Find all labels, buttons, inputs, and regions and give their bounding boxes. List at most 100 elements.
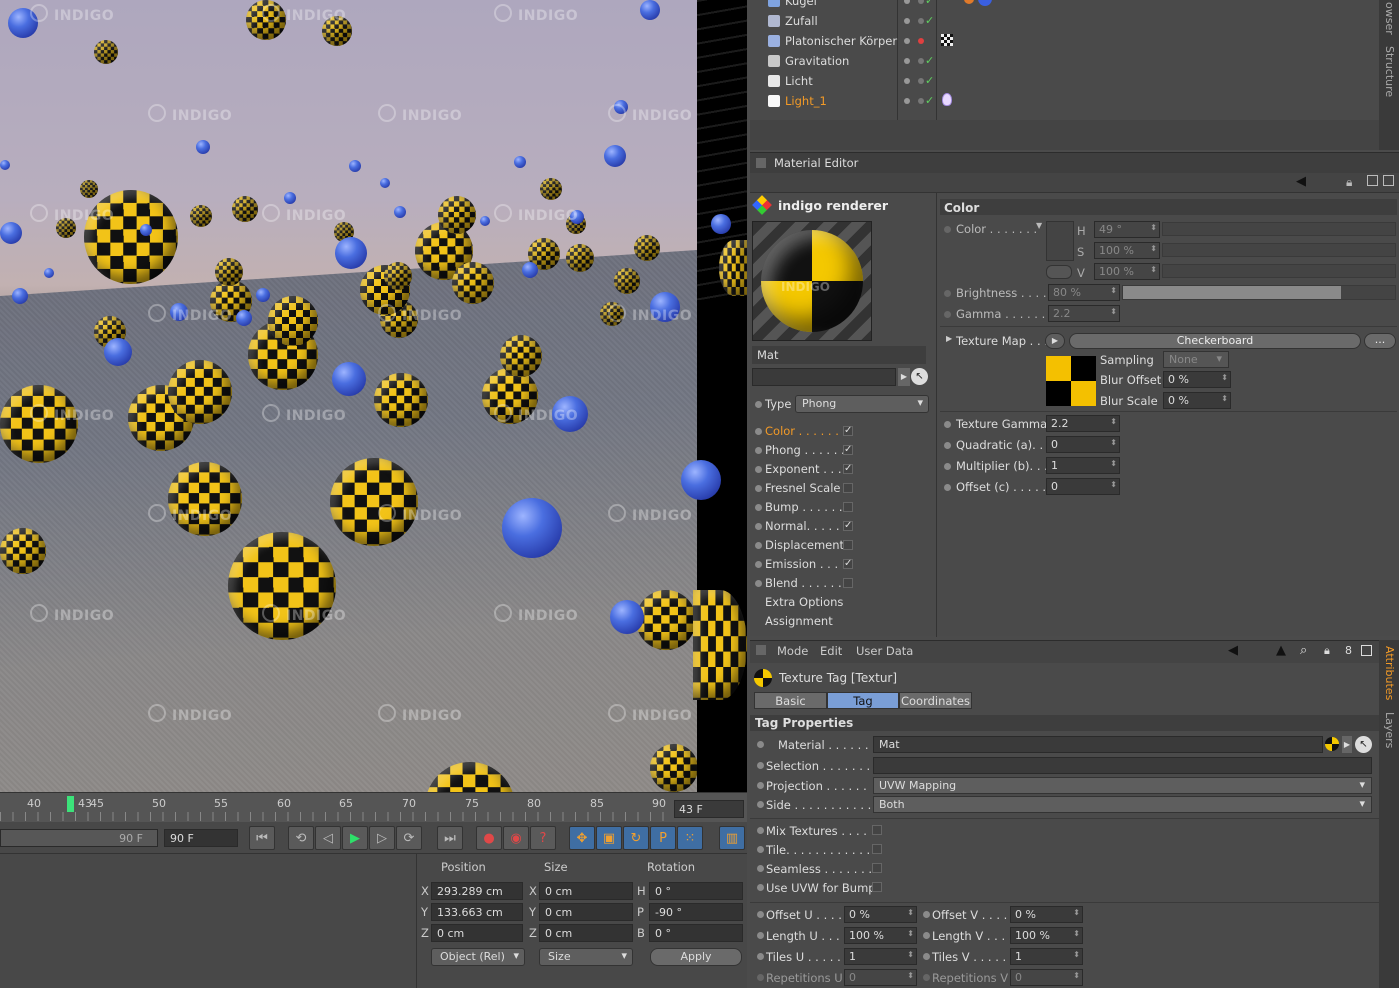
go-to-start-button[interactable]: ⏮ — [249, 826, 275, 850]
coord-size-dropdown[interactable]: Size — [539, 948, 633, 966]
gamma-field[interactable]: 2.2 — [1048, 305, 1120, 322]
v-field[interactable]: 100 % — [1094, 263, 1160, 280]
prev-key-button[interactable]: ⟲ — [288, 826, 314, 850]
tab-coordinates[interactable]: Coordinates — [899, 692, 972, 709]
repetitions-v-field[interactable]: 0 — [1010, 969, 1083, 986]
menu-user-data[interactable]: User Data — [856, 644, 913, 658]
quadratic-field[interactable]: 0 — [1046, 436, 1120, 453]
move-key-icon[interactable]: ✥ — [569, 826, 595, 850]
texture-expand-icon[interactable]: ▶ — [946, 334, 952, 343]
object-list-item[interactable]: Light_1 — [768, 91, 908, 111]
size-field[interactable]: 0 cm — [539, 903, 633, 921]
prev-frame-button[interactable]: ◁ — [315, 826, 341, 850]
material-link-field[interactable]: Mat — [873, 736, 1323, 753]
channel-checkbox[interactable] — [843, 502, 853, 512]
color-expand-icon[interactable]: ▼ — [1036, 221, 1042, 230]
tab-tag[interactable]: Tag — [827, 692, 899, 709]
uvw-bump-checkbox[interactable] — [872, 882, 882, 892]
v-slider[interactable] — [1162, 264, 1396, 278]
play-button[interactable]: ▶ — [342, 826, 368, 850]
position-field[interactable]: 0 cm — [431, 924, 523, 942]
tab-structure[interactable]: Structure — [1383, 46, 1396, 97]
visibility-dot-icon[interactable] — [904, 58, 910, 64]
tab-basic[interactable]: Basic — [754, 692, 827, 709]
type-dropdown[interactable]: Phong — [795, 395, 929, 413]
texture-more-button[interactable]: ... — [1364, 333, 1396, 349]
mix-textures-checkbox[interactable] — [872, 825, 882, 835]
sampling-dropdown[interactable]: None — [1163, 351, 1229, 368]
pick-icon[interactable]: ↖ — [911, 368, 928, 385]
texture-shader-button[interactable]: Checkerboard — [1069, 333, 1361, 349]
link-arrow-icon[interactable]: ▶ — [1342, 736, 1352, 753]
visibility-dot-icon[interactable] — [904, 38, 910, 44]
selection-field[interactable] — [873, 757, 1372, 774]
next-key-button[interactable]: ⟳ — [396, 826, 422, 850]
position-field[interactable]: 133.663 cm — [431, 903, 523, 921]
menu-edit[interactable]: Edit — [820, 644, 842, 658]
channel-item[interactable]: Blend . . . . . . . — [765, 576, 849, 590]
render-dot-icon[interactable] — [918, 78, 924, 84]
link-arrow-icon[interactable]: ▶ — [898, 368, 910, 386]
rotation-field[interactable]: 0 ° — [649, 882, 743, 900]
channel-checkbox[interactable]: ✓ — [843, 559, 853, 569]
tab-browser[interactable]: owser — [1383, 2, 1396, 35]
material-preview[interactable]: INDIGO — [752, 221, 872, 341]
channel-checkbox[interactable] — [843, 540, 853, 550]
end-frame-slider[interactable]: 90 F — [0, 829, 158, 847]
parameter-key-icon[interactable]: P — [650, 826, 676, 850]
pla-key-icon[interactable]: ⁙ — [677, 826, 703, 850]
length-u-field[interactable]: 100 % — [844, 927, 917, 944]
lock-icon[interactable]: 🔒︎ — [1324, 644, 1330, 658]
rotation-field[interactable]: 0 ° — [649, 924, 743, 942]
tab-layers[interactable]: Layers — [1383, 712, 1396, 748]
seamless-checkbox[interactable] — [872, 863, 882, 873]
side-dropdown[interactable]: Both — [873, 796, 1372, 813]
texture-gamma-field[interactable]: 2.2 — [1046, 415, 1120, 432]
menu-mode[interactable]: Mode — [777, 644, 808, 658]
render-dot-icon[interactable] — [918, 98, 924, 104]
enabled-check-icon[interactable]: ✓ — [925, 54, 934, 67]
visibility-dot-icon[interactable] — [904, 18, 910, 24]
position-field[interactable]: 293.289 cm — [431, 882, 523, 900]
channel-checkbox[interactable] — [843, 578, 853, 588]
h-slider[interactable] — [1162, 222, 1396, 236]
channel-item[interactable]: Fresnel Scale — [765, 481, 840, 495]
channel-checkbox[interactable]: ✓ — [843, 426, 853, 436]
size-field[interactable]: 0 cm — [539, 924, 633, 942]
timeline-ruler[interactable]: 40 43 45 50 55 60 65 70 75 80 85 90 43 F — [0, 792, 747, 822]
keyframe-selection-icon[interactable]: ? — [530, 826, 556, 850]
size-field[interactable]: 0 cm — [539, 882, 633, 900]
length-v-field[interactable]: 100 % — [1010, 927, 1083, 944]
history-icon[interactable]: 8 — [1345, 644, 1352, 657]
visibility-dot-icon[interactable] — [904, 98, 910, 104]
render-dot-icon[interactable] — [918, 38, 924, 44]
channel-item[interactable]: Displacement — [765, 538, 844, 552]
object-list-item[interactable]: Licht — [768, 71, 908, 91]
texture-menu-icon[interactable]: ▶ — [1045, 333, 1065, 349]
coord-mode-dropdown[interactable]: Object (Rel) — [431, 948, 525, 966]
end-frame-field[interactable]: 90 F — [164, 829, 238, 847]
brightness-field[interactable]: 80 % — [1048, 284, 1120, 301]
color-mode-toggle[interactable] — [1046, 265, 1072, 279]
material-ball-icon[interactable] — [1325, 737, 1339, 751]
offset-c-field[interactable]: 0 — [1046, 478, 1120, 495]
tiles-u-field[interactable]: 1 — [844, 948, 917, 965]
render-viewport[interactable]: INDIGO INDIGO INDIGO INDIGO INDIGO INDIGO INDI… — [0, 0, 747, 792]
offset-v-field[interactable]: 0 % — [1010, 906, 1083, 923]
checkerboard-thumbnail[interactable] — [1046, 356, 1096, 406]
channel-item[interactable]: Color . . . . . . . — [765, 424, 846, 438]
visibility-dot-icon[interactable] — [904, 78, 910, 84]
playhead[interactable] — [67, 796, 74, 812]
render-dot-icon[interactable] — [918, 58, 924, 64]
apply-button[interactable]: Apply — [650, 948, 742, 966]
multiplier-field[interactable]: 1 — [1046, 457, 1120, 474]
tile-checkbox[interactable] — [872, 844, 882, 854]
channel-checkbox[interactable]: ✓ — [843, 445, 853, 455]
render-dot-icon[interactable] — [918, 18, 924, 24]
h-field[interactable]: 49 ° — [1094, 221, 1160, 238]
extra-options-item[interactable]: Extra Options — [765, 595, 843, 609]
enabled-check-icon[interactable]: ✓ — [925, 94, 934, 107]
channel-item[interactable]: Normal. . . . . . — [765, 519, 847, 533]
object-list-item[interactable]: Zufall — [768, 11, 908, 31]
search-icon[interactable]: ⌕ — [1300, 643, 1307, 658]
